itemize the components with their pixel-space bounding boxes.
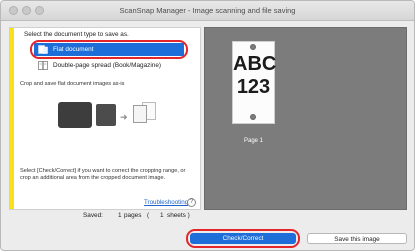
saved-pages-count: 1 (118, 212, 122, 219)
saved-sheets-count: 1 (160, 212, 164, 219)
option-double-page-spread[interactable]: Double-page spread (Book/Magazine) (34, 59, 184, 72)
option-double-page-label: Double-page spread (Book/Magazine) (53, 62, 161, 69)
troubleshooting-link[interactable]: Troubleshooting (144, 199, 188, 206)
scan-illustration: ➜ (58, 94, 178, 142)
save-image-button[interactable]: Save this image (307, 233, 407, 244)
accent-bar (10, 28, 14, 209)
check-correct-highlight (186, 229, 300, 248)
thumbnail-text-line1: ABC (233, 53, 277, 75)
option-description: Crop and save flat document images as-is (20, 81, 125, 87)
saved-pages-unit: pages (124, 212, 142, 219)
double-page-icon (38, 61, 48, 70)
preview-panel: ABC 123 Page 1 (204, 27, 407, 210)
saved-label: Saved: (83, 212, 103, 219)
scanner-device-icon (58, 102, 92, 128)
saved-open-paren: ( (147, 212, 150, 219)
document-type-panel: Select the document type to save as. Fla… (9, 27, 201, 210)
punch-hole-top-icon (250, 44, 256, 50)
document-type-prompt: Select the document type to save as. (24, 31, 129, 38)
thumbnail-text-line2: 123 (236, 76, 271, 98)
arrow-right-icon: ➜ (120, 112, 128, 122)
punch-hole-bottom-icon (250, 114, 256, 120)
cropped-page-icon (133, 105, 147, 123)
title-bar: ScanSnap Manager - Image scanning and fi… (1, 1, 414, 21)
window-title: ScanSnap Manager - Image scanning and fi… (119, 6, 296, 15)
check-correct-hint: Select [Check/Correct] if you want to co… (20, 168, 186, 181)
page-label: Page 1 (243, 138, 264, 144)
page-thumbnail[interactable]: ABC 123 (232, 41, 277, 124)
help-icon[interactable]: ? (187, 198, 196, 207)
flat-document-highlight (30, 40, 188, 59)
document-scan-icon (96, 104, 116, 126)
saved-sheets-unit: sheets ) (167, 212, 190, 219)
scansnap-window: ScanSnap Manager - Image scanning and fi… (0, 0, 415, 251)
